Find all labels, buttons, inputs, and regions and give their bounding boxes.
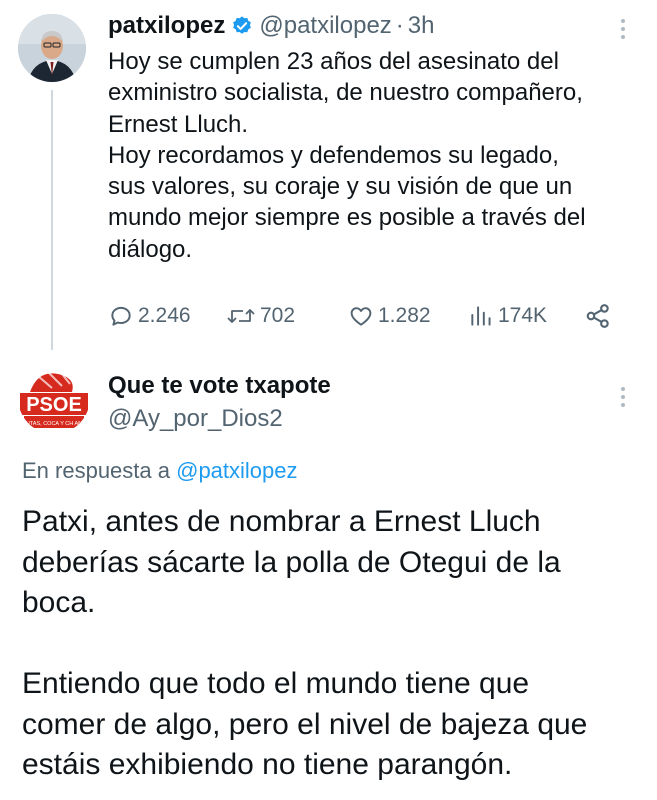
- share-icon: [586, 304, 609, 328]
- replied-user-link[interactable]: @patxilopez: [176, 458, 297, 483]
- like-button[interactable]: 1.282: [348, 296, 431, 336]
- more-options-icon[interactable]: [614, 16, 632, 42]
- like-icon: [350, 307, 372, 326]
- author-name[interactable]: patxilopez: [108, 12, 225, 40]
- avatar-logo-text: PSOE: [26, 394, 82, 416]
- author-avatar[interactable]: [18, 14, 86, 82]
- reply-icon: [111, 306, 131, 326]
- reply-prefix: En respuesta a: [22, 458, 177, 483]
- repost-count: 702: [260, 304, 296, 327]
- share-button[interactable]: [584, 296, 616, 336]
- reply-context: En respuesta a @patxilopez: [22, 458, 298, 484]
- author-handle[interactable]: @patxilopez: [259, 12, 391, 40]
- tweet-header: patxilopez @patxilopez · 3h: [108, 10, 435, 42]
- views-button[interactable]: 174K: [468, 296, 547, 336]
- views-icon: [471, 306, 491, 326]
- thread-connector-line: [51, 90, 53, 350]
- like-count: 1.282: [378, 304, 431, 327]
- reply-author-avatar[interactable]: PSOE PUTAS, COCA Y CH ANA: [18, 362, 90, 434]
- avatar-small-text: PUTAS, COCA Y CH ANA: [22, 421, 86, 427]
- tweet-timestamp[interactable]: 3h: [408, 12, 435, 40]
- reply-author-name[interactable]: Que te vote txapote: [108, 372, 331, 400]
- reply-button[interactable]: 2.246: [108, 296, 191, 336]
- more-options-icon[interactable]: [614, 384, 632, 410]
- tweet-text: Hoy se cumplen 23 años del asesinato del…: [108, 48, 586, 263]
- repost-button[interactable]: 702: [226, 296, 295, 336]
- verified-badge-icon: [233, 16, 252, 34]
- reply-author-handle[interactable]: @Ay_por_Dios2: [108, 405, 283, 433]
- views-count: 174K: [498, 304, 548, 327]
- tweet-actions: 2.246 702 1.282 174K: [108, 296, 628, 336]
- repost-icon: [227, 309, 255, 323]
- separator-dot: ·: [395, 12, 404, 39]
- reply-count: 2.246: [138, 304, 191, 327]
- reply-text: Patxi, antes de nombrar a Ernest Lluch d…: [22, 505, 588, 781]
